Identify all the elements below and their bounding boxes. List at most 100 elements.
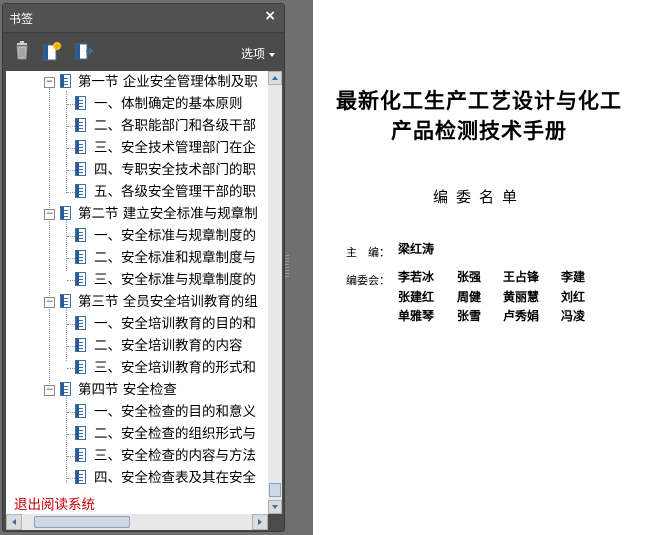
bookmark-label: 五、各级安全管理干部的职	[94, 184, 256, 200]
bookmark-icon	[75, 96, 86, 110]
bookmark-label: 三、安全培训教育的形式和	[94, 360, 256, 376]
scroll-left-button[interactable]	[6, 514, 22, 530]
committee-member: 李若冰	[398, 270, 435, 284]
bookmark-label: 一、安全标准与规章制度的	[94, 228, 256, 244]
bookmark-label: 一、体制确定的基本原则	[94, 96, 243, 112]
committee-member: 刘红	[561, 290, 586, 304]
bookmark-label: 四、安全检查表及其在安全	[94, 470, 256, 486]
committee-member: 单雅琴	[398, 309, 435, 323]
committee-member: 周健	[457, 290, 482, 304]
tree-connector	[49, 88, 50, 388]
vertical-scrollbar[interactable]	[268, 71, 282, 514]
bookmark-label: 一、安全检查的目的和意义	[94, 404, 256, 420]
committee-member: 王占锋	[503, 270, 540, 284]
reader-window: 书签 × 选项 − 第一节 企业安全管理体制及职 一、体制确定的基本原则 二、各…	[0, 0, 661, 535]
bookmark-icon	[60, 382, 71, 396]
committee-label: 编委会：	[346, 274, 390, 287]
bookmark-icon	[75, 162, 86, 176]
bookmark-label: 第三节 全员安全培训教育的组	[78, 294, 258, 310]
committee-member: 黄丽慧	[503, 290, 540, 304]
bookmark-toolbar: 选项	[3, 33, 284, 69]
expand-bookmark-icon[interactable]	[73, 40, 95, 62]
bookmark-icon	[75, 426, 86, 440]
tree-connector	[67, 280, 75, 281]
bookmark-label: 二、各职能部门和各级干部	[94, 118, 256, 134]
bookmark-icon	[75, 228, 86, 242]
committee-member: 卢秀娟	[503, 309, 540, 323]
bookmark-icon	[75, 338, 86, 352]
tree-connector	[67, 148, 75, 149]
tree-connector	[67, 346, 75, 347]
bookmark-icon	[75, 272, 86, 286]
bookmark-icon	[75, 316, 86, 330]
chevron-up-icon	[272, 76, 278, 80]
bookmark-label: 三、安全标准与规章制度的	[94, 272, 256, 288]
scroll-down-button[interactable]	[268, 500, 282, 514]
tree-connector	[67, 236, 75, 237]
document-title: 最新化工生产工艺设计与化工 产品检测技术手册	[313, 86, 645, 146]
bookmark-label: 第二节 建立安全标准与规章制	[78, 206, 258, 222]
committee-member: 张强	[457, 270, 482, 284]
document-page: 最新化工生产工艺设计与化工 产品检测技术手册 编委名单 主 编： 梁红涛 编委会…	[313, 0, 661, 535]
committee-member: 张雪	[457, 309, 482, 323]
tree-connector	[67, 412, 75, 413]
title-line-2: 产品检测技术手册	[391, 118, 567, 143]
options-label: 选项	[241, 47, 266, 61]
scroll-up-button[interactable]	[268, 71, 282, 85]
bookmark-icon	[75, 360, 86, 374]
collapse-toggle-icon[interactable]: −	[44, 209, 55, 220]
bookmark-icon	[75, 404, 86, 418]
tree-connector	[67, 258, 75, 259]
editor-name: 梁红涛	[398, 242, 435, 256]
bookmark-label: 二、安全检查的组织形式与	[94, 426, 256, 442]
tree-connector	[66, 91, 67, 193]
committee-member: 冯凌	[561, 309, 586, 323]
bookmark-label: 二、安全标准和规章制度与	[94, 250, 256, 266]
editor-label: 主 编：	[346, 246, 390, 259]
bookmark-icon	[60, 74, 71, 88]
collapse-toggle-icon[interactable]: −	[44, 77, 55, 88]
tree-connector	[67, 324, 75, 325]
bookmark-label: 一、安全培训教育的目的和	[94, 316, 256, 332]
tree-connector	[66, 393, 67, 483]
bookmark-label: 第一节 企业安全管理体制及职	[78, 74, 258, 90]
bookmark-panel: 书签 × 选项 − 第一节 企业安全管理体制及职 一、体制确定的基本原则 二、各…	[2, 3, 285, 532]
bookmark-icon	[75, 250, 86, 264]
tree-connector	[67, 192, 75, 193]
close-panel-button[interactable]: ×	[264, 8, 276, 24]
bookmark-icon	[75, 140, 86, 154]
tree-connector	[66, 303, 67, 361]
document-subtitle: 编委名单	[432, 188, 525, 206]
collapse-toggle-icon[interactable]: −	[44, 385, 55, 396]
bookmark-icon	[60, 294, 71, 308]
chevron-right-icon	[258, 519, 262, 525]
scroll-right-button[interactable]	[252, 514, 268, 530]
horizontal-scroll-thumb[interactable]	[34, 516, 130, 528]
committee-member: 李建	[561, 270, 586, 284]
bookmark-icon	[75, 470, 86, 484]
bookmark-label: 三、安全检查的内容与方法	[94, 448, 256, 464]
panel-header: 书签 ×	[3, 4, 284, 33]
committee-member: 张建红	[398, 290, 435, 304]
bookmark-label: 四、专职安全技术部门的职	[94, 162, 256, 178]
tree-connector	[67, 368, 75, 369]
bookmark-tree: − 第一节 企业安全管理体制及职 一、体制确定的基本原则 二、各职能部门和各级干…	[6, 71, 268, 514]
new-bookmark-icon[interactable]	[41, 40, 63, 62]
vertical-scroll-thumb[interactable]	[269, 483, 281, 497]
options-menu[interactable]: 选项	[241, 45, 276, 62]
bookmark-label: 第四节 安全检查	[78, 382, 177, 398]
title-line-1: 最新化工生产工艺设计与化工	[336, 88, 622, 113]
exit-reader-link[interactable]: 退出阅读系统	[14, 493, 95, 513]
chevron-down-icon	[272, 505, 278, 509]
panel-splitter[interactable]	[285, 255, 289, 279]
tree-connector	[67, 126, 75, 127]
tree-connector	[67, 434, 75, 435]
bookmark-icon	[60, 206, 71, 220]
chevron-left-icon	[12, 519, 16, 525]
tree-connector	[67, 170, 75, 171]
panel-title: 书签	[9, 12, 34, 26]
trash-icon[interactable]	[11, 40, 33, 62]
horizontal-scrollbar[interactable]	[6, 514, 268, 530]
bookmark-icon	[75, 448, 86, 462]
collapse-toggle-icon[interactable]: −	[44, 297, 55, 308]
